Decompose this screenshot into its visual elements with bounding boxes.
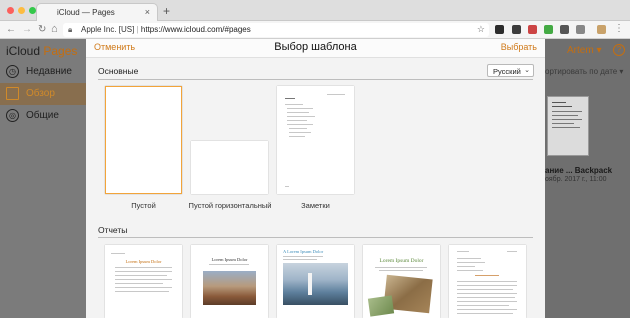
browser-toolbar: ← → ↻ ⌂ 🔒︎ Apple Inc. [US] | https://www… — [0, 21, 630, 39]
template-photo — [283, 263, 348, 305]
extension-icon[interactable] — [528, 25, 537, 34]
template-headline: Lorem Ipsum Dolor — [125, 259, 162, 264]
extension-icon[interactable] — [544, 25, 553, 34]
apple-icon — [45, 9, 52, 17]
avatar[interactable] — [597, 25, 606, 34]
extension-icon[interactable] — [560, 25, 569, 34]
user-menu[interactable]: Artem ▾ — [567, 45, 601, 56]
document-date: оябр. 2017 г., 11:00 — [545, 176, 607, 183]
sidebar-item-label: Недавние — [26, 66, 72, 77]
zoom-window-button[interactable] — [29, 7, 36, 14]
divider — [98, 79, 533, 80]
template-caption: Пустой горизонтальный — [188, 201, 272, 210]
document-thumbnail[interactable] — [547, 96, 589, 156]
document-name: ание ... Backpack — [545, 166, 613, 175]
chevron-down-icon: ⌄ — [524, 67, 530, 74]
reload-icon[interactable]: ↻ — [38, 24, 46, 35]
sidebar-item-shared[interactable]: ◎ Общие — [0, 105, 86, 127]
sidebar-item-label: Общие — [26, 110, 59, 121]
close-window-button[interactable] — [7, 7, 14, 14]
menu-icon[interactable]: ⋮ — [614, 23, 624, 34]
template-caption: Заметки — [301, 201, 330, 210]
back-icon[interactable]: ← — [6, 24, 16, 35]
clock-icon: ◷ — [6, 65, 19, 78]
template-blank-landscape[interactable] — [191, 141, 268, 194]
browser-tab-bar: iCloud — Pages × + — [0, 0, 630, 21]
home-icon[interactable]: ⌂ — [51, 23, 58, 35]
tab-close-icon[interactable]: × — [145, 7, 150, 17]
language-select[interactable]: Русский ⌄ — [487, 64, 534, 77]
app-logo: iCloud Pages — [6, 44, 78, 58]
template-notes[interactable] — [277, 86, 354, 194]
section-title-basic: Основные — [98, 66, 139, 76]
choose-button[interactable]: Выбрать — [501, 42, 537, 52]
tab-title: iCloud — Pages — [57, 8, 115, 17]
address-text: Apple Inc. [US] | https://www.icloud.com… — [81, 25, 251, 34]
sidebar-item-recent[interactable]: ◷ Недавние — [0, 61, 86, 83]
extension-icon[interactable] — [512, 25, 521, 34]
sort-menu[interactable]: ортировать по дате ▾ — [545, 67, 623, 76]
template-report[interactable] — [449, 245, 526, 318]
template-chooser-dialog: Отменить Выбор шаблона Выбрать Основные … — [86, 39, 545, 318]
template-caption: Пустой — [131, 201, 156, 210]
template-headline: Lorem Ipsum Dolor — [211, 257, 248, 262]
extension-icon[interactable] — [495, 25, 504, 34]
template-report[interactable]: A Lorem Ipsum Dolor — [277, 245, 354, 318]
template-headline: Lorem Ipsum Dolor — [379, 258, 424, 264]
sidebar-item-browse[interactable]: Обзор — [0, 83, 86, 105]
template-blank[interactable] — [105, 86, 182, 194]
forward-icon[interactable]: → — [22, 24, 32, 35]
template-headline: A Lorem Ipsum Dolor — [283, 249, 324, 254]
template-report[interactable]: Lorem Ipsum Dolor — [105, 245, 182, 318]
extension-icon[interactable] — [576, 25, 585, 34]
folder-icon — [6, 87, 19, 100]
dialog-header: Отменить Выбор шаблона Выбрать — [86, 39, 545, 58]
template-photo — [203, 271, 256, 305]
divider — [98, 237, 533, 238]
minimize-window-button[interactable] — [18, 7, 25, 14]
people-icon: ◎ — [6, 109, 19, 122]
template-photo — [367, 295, 395, 317]
browser-tab[interactable]: iCloud — Pages × — [36, 3, 158, 21]
dialog-title: Выбор шаблона — [274, 41, 357, 53]
sidebar-item-label: Обзор — [26, 88, 55, 99]
lock-icon: 🔒︎ — [68, 25, 73, 34]
template-report[interactable]: Lorem Ipsum Dolor — [191, 245, 268, 318]
template-report[interactable]: Lorem Ipsum Dolor — [363, 245, 440, 318]
bookmark-star-icon[interactable]: ☆ — [477, 24, 485, 35]
new-tab-button[interactable]: + — [163, 4, 170, 18]
section-title-reports: Отчеты — [98, 225, 128, 235]
help-icon[interactable]: ? — [613, 44, 625, 56]
address-bar[interactable]: 🔒︎ Apple Inc. [US] | https://www.icloud.… — [63, 23, 489, 37]
language-value: Русский — [493, 67, 521, 76]
lighthouse-icon — [308, 273, 312, 295]
